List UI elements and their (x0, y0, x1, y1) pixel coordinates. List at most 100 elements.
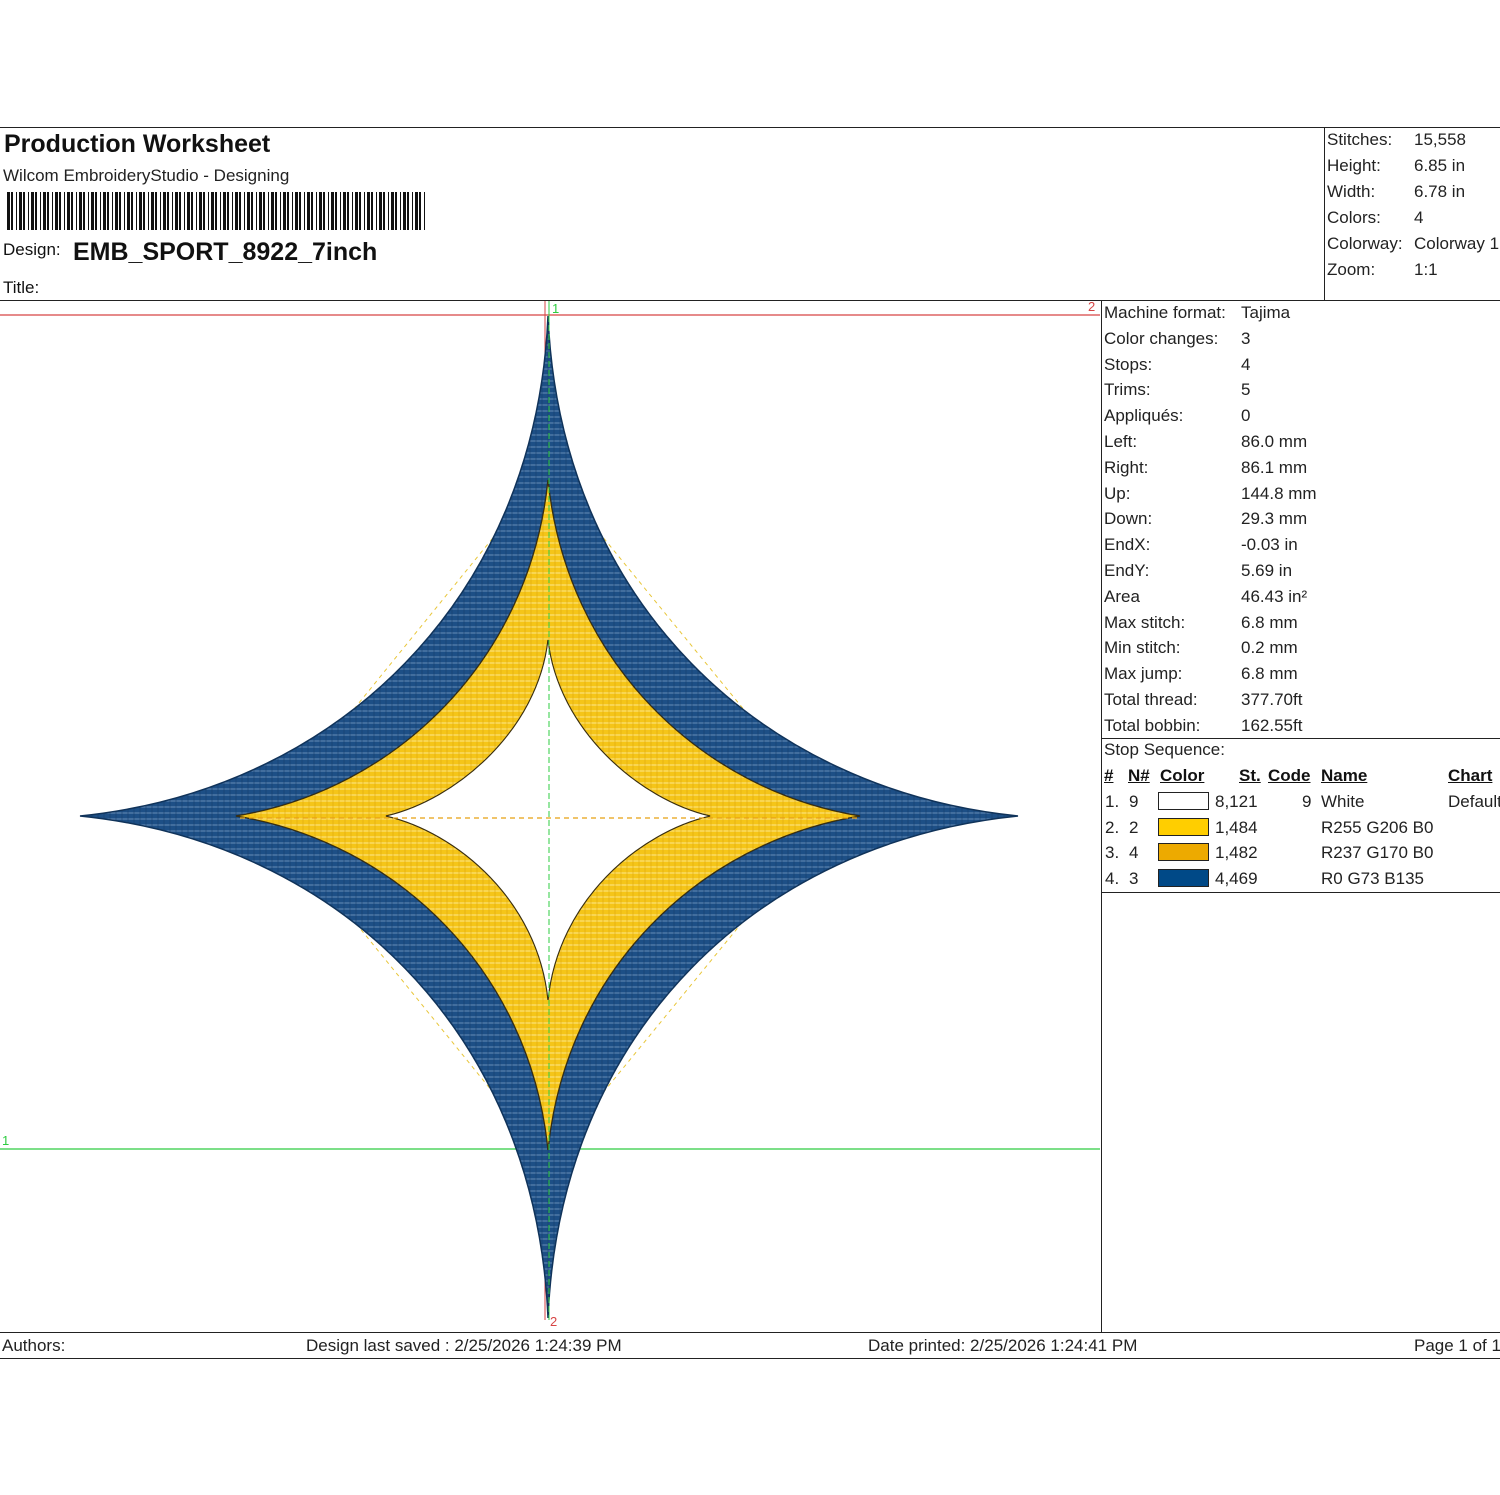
barcode-bar (247, 192, 250, 230)
footer-printed: Date printed: 2/25/2026 1:24:41 PM (868, 1336, 1138, 1355)
machine-info-value: Tajima (1241, 303, 1291, 322)
barcode-bar (268, 192, 269, 230)
machine-info-value: 5 (1241, 380, 1251, 400)
table-cell: 3. (1105, 843, 1120, 863)
barcode-bar (196, 192, 197, 230)
barcode-bar (100, 192, 101, 230)
machine-info-value: 4 (1241, 354, 1251, 374)
barcode-bar (124, 192, 125, 230)
barcode-bar (143, 192, 145, 230)
barcode-bar (167, 192, 169, 230)
barcode-bar (35, 192, 37, 230)
barcode-bar (307, 192, 310, 230)
machine-info-value: 144.8 mm (1241, 483, 1317, 503)
footer-authors: Authors: (2, 1336, 66, 1355)
machine-info-value: 6.8 mm (1241, 664, 1298, 684)
summary-value: 6.85 in (1414, 156, 1466, 175)
machine-info-label: Color changes: (1104, 328, 1219, 348)
table-cell: 4 (1129, 843, 1139, 863)
barcode-bar (319, 192, 322, 230)
summary-value: 1:1 (1414, 260, 1438, 279)
barcode-bar (371, 192, 373, 230)
barcode-bar (139, 192, 142, 230)
table-cell: 9 (1129, 792, 1139, 811)
barcode-bar (379, 192, 382, 230)
barcode-bar (179, 192, 181, 230)
summary-label: Zoom: (1327, 260, 1376, 279)
machine-info-label: Right: (1104, 457, 1149, 477)
barcode-bar (424, 192, 425, 230)
barcode-bar (328, 192, 329, 230)
machine-info-value: 5.69 in (1241, 561, 1293, 580)
table-cell: 9 (1302, 792, 1312, 811)
stop-sequence-label: Stop Sequence: (1104, 740, 1225, 759)
barcode-bar (280, 192, 281, 230)
machine-info-label: Total bobbin: (1104, 715, 1201, 735)
barcode-bar (352, 192, 353, 230)
table-cell: 8,121 (1215, 792, 1258, 811)
barcode-bar (95, 192, 97, 230)
color-swatch (1158, 869, 1209, 888)
summary-value: 15,558 (1414, 130, 1466, 149)
machine-info-value: 29.3 mm (1241, 509, 1308, 529)
table-cell: 3 (1129, 869, 1139, 889)
barcode-bar (343, 192, 346, 230)
barcode-bar (227, 192, 229, 230)
barcode-bar (127, 192, 130, 230)
barcode-bar (263, 192, 265, 230)
barcode-bar (151, 192, 154, 230)
machine-info-value: 0.2 mm (1241, 638, 1298, 658)
barcode-bar (395, 192, 397, 230)
barcode-bar (215, 192, 217, 230)
barcode-bar (299, 192, 301, 230)
barcode-bar (43, 192, 46, 230)
barcode-bar (295, 192, 298, 230)
barcode-bar (107, 192, 109, 230)
table-header: St. (1239, 766, 1261, 785)
barcode-bar (340, 192, 341, 230)
barcode-bar (28, 192, 29, 230)
summary-label: Width: (1327, 182, 1376, 201)
table-cell: 1,482 (1215, 843, 1258, 863)
table-header: Color (1160, 766, 1205, 785)
barcode-bar (391, 192, 394, 230)
table-header: # (1104, 766, 1114, 785)
machine-info-value: 86.1 mm (1241, 457, 1308, 477)
barcode-bar (55, 192, 58, 230)
table-divider (1101, 892, 1500, 893)
machine-info-label: Max stitch: (1104, 612, 1186, 632)
summary-value: 6.78 in (1414, 182, 1466, 201)
barcode-bar (412, 192, 413, 230)
machine-info-label: Min stitch: (1104, 638, 1181, 658)
barcode-bar (187, 192, 190, 230)
barcode-bar (71, 192, 73, 230)
barcode-bar (283, 192, 286, 230)
table-cell: Default (1448, 792, 1500, 811)
machine-info-label: Up: (1104, 483, 1131, 503)
barcode-bar (347, 192, 349, 230)
barcode-bar (11, 192, 13, 230)
machine-info-value: 0 (1241, 406, 1251, 426)
machine-info-label: Trims: (1104, 380, 1151, 400)
barcode-bar (172, 192, 173, 230)
machine-info-value: 3 (1241, 328, 1251, 348)
summary-label: Stitches: (1327, 130, 1393, 149)
barcode-bar (232, 192, 233, 230)
barcode-bar (400, 192, 401, 230)
machine-info-label: Total thread: (1104, 690, 1198, 709)
worksheet-title: Production Worksheet (4, 130, 271, 158)
barcode-bar (367, 192, 370, 230)
barcode-bar (199, 192, 202, 230)
barcode-bar (203, 192, 205, 230)
barcode-bar (91, 192, 94, 230)
barcode-bar (304, 192, 305, 230)
barcode-bar (415, 192, 418, 230)
summary-value: 4 (1414, 208, 1424, 227)
barcode-bar (419, 192, 421, 230)
barcode-bar (311, 192, 313, 230)
marker-left: 1 (2, 1133, 10, 1148)
footer-page: Page 1 of 1 (1414, 1336, 1500, 1355)
table-header: Code (1268, 766, 1311, 785)
barcode-bar (7, 192, 10, 230)
barcode-bar (403, 192, 406, 230)
